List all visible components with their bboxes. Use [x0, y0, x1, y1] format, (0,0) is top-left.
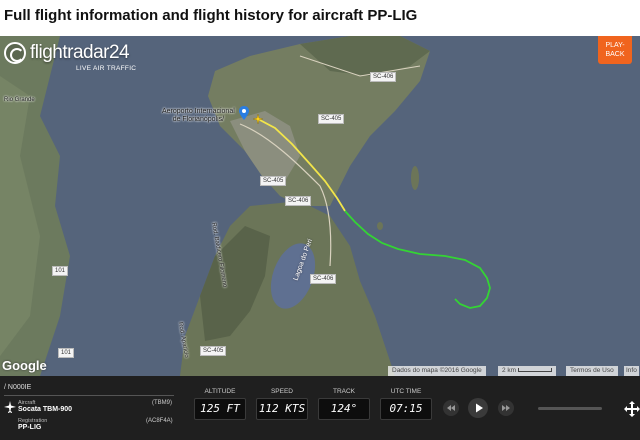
airport-label-line2: de Florianópolis/: [172, 116, 225, 123]
info-link[interactable]: Info: [624, 366, 639, 376]
play-icon: [476, 403, 483, 413]
playback-label-1: PLAY-: [605, 42, 625, 49]
aircraft-icon[interactable]: [253, 114, 263, 124]
fast-forward-icon: [502, 405, 510, 411]
aircraft-value: Socata TBM-900: [18, 406, 73, 413]
map-scale: 2 km: [498, 366, 556, 376]
road-label: SC-405: [318, 114, 345, 124]
scale-bar: [517, 368, 552, 373]
aircraft-code: (TBM9): [152, 400, 172, 406]
map-terrain: [0, 36, 640, 376]
airport-marker-icon[interactable]: [239, 106, 249, 120]
airport-label: Aeroporto Internacional de Florianópolis…: [162, 108, 235, 124]
utc-label: UTC TIME: [390, 388, 422, 395]
rewind-icon: [447, 405, 455, 411]
play-button[interactable]: [468, 398, 488, 418]
route-label: 101: [58, 348, 75, 358]
fast-forward-button[interactable]: [498, 400, 514, 416]
plane-icon: [4, 401, 16, 413]
airport-label-line1: Aeroporto Internacional: [162, 108, 235, 115]
road-label: SC-405: [260, 176, 287, 186]
google-logo[interactable]: Google: [2, 358, 47, 373]
flight-id: / N000IE: [4, 384, 32, 391]
track-label: TRACK: [332, 388, 356, 395]
move-icon[interactable]: [624, 398, 640, 420]
speed-label: SPEED: [270, 388, 294, 395]
altitude-label: ALTITUDE: [204, 388, 236, 395]
road-label: SC-406: [370, 72, 397, 82]
title-bar: Full flight information and flight histo…: [0, 0, 640, 36]
place-label: Rio Grande: [4, 97, 35, 103]
map-attribution[interactable]: Dados do mapa ©2016 Google: [388, 366, 486, 376]
playback-label-2: BACK: [605, 51, 625, 58]
road-label: SC-406: [285, 196, 312, 206]
logo-tagline: LIVE AIR TRAFFIC: [76, 65, 137, 72]
flight-info-panel: / N000IE Aircraft Socata TBM-900 (TBM9) …: [0, 376, 640, 440]
divider: [4, 395, 174, 396]
registration-value: PP-LIG: [18, 424, 42, 431]
rewind-button[interactable]: [443, 400, 459, 416]
playback-timeline[interactable]: [538, 407, 602, 410]
terms-link[interactable]: Termos de Uso: [566, 366, 618, 376]
page-title: Full flight information and flight histo…: [4, 7, 418, 24]
route-label: 101: [52, 266, 69, 276]
road-label: SC-406: [310, 274, 337, 284]
logo-name: flightradar24: [30, 42, 130, 63]
road-label: SC-405: [200, 346, 227, 356]
map-scale-label: 2 km: [502, 367, 517, 374]
playback-button[interactable]: PLAY- BACK: [598, 36, 632, 64]
registration-code: (AC8F4A): [146, 418, 173, 424]
map-view[interactable]: Aeroporto Internacional de Florianópolis…: [0, 36, 640, 376]
altitude-value: 125 FT: [194, 398, 246, 420]
utc-value: 07:15: [380, 398, 432, 420]
speed-value: 112 KTS: [256, 398, 308, 420]
fr24-logo-icon: [4, 42, 26, 64]
track-value: 124°: [318, 398, 370, 420]
